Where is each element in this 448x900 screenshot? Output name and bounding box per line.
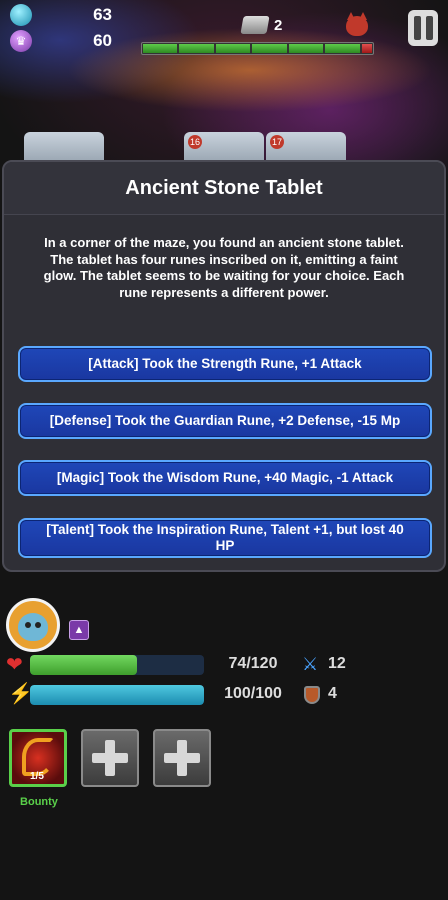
empty-skill-slot[interactable]	[81, 729, 139, 787]
floor-progress-bar	[141, 42, 374, 55]
key-icon	[240, 16, 270, 34]
hp-bar-fill	[30, 655, 138, 675]
empty-skill-slot[interactable]	[153, 729, 211, 787]
plus-icon	[164, 740, 200, 776]
player-face	[18, 613, 48, 641]
sword-icon: ⚔	[302, 654, 319, 674]
card-badge: 17	[270, 135, 284, 149]
progress-segment	[288, 44, 324, 53]
progress-segment	[179, 44, 214, 53]
gem-count: 63	[93, 5, 112, 24]
choice-attack-button[interactable]: [Attack] Took the Strength Rune, +1 Atta…	[18, 346, 432, 382]
hp-bar	[30, 655, 204, 675]
pause-icon-bar	[413, 16, 421, 40]
pause-button[interactable]	[408, 10, 438, 46]
mp-bar-fill	[30, 685, 204, 705]
progress-segment	[215, 44, 251, 53]
skill-label: Bounty	[20, 796, 58, 808]
plus-icon	[92, 740, 128, 776]
mp-row: ⚡ 100/100 4	[6, 684, 446, 706]
shield-icon	[304, 686, 320, 704]
dialog-description: In a corner of the maze, you found an an…	[43, 235, 405, 300]
hp-value: 74/120	[228, 655, 278, 672]
event-dialog: Ancient Stone Tablet In a corner of the …	[2, 160, 446, 572]
card-badge: 16	[188, 135, 202, 149]
rank-icon: ▲	[69, 620, 89, 640]
choice-magic-button[interactable]: [Magic] Took the Wisdom Rune, +40 Magic,…	[18, 460, 432, 496]
defense-value: 4	[328, 685, 337, 702]
pause-icon-bar	[425, 16, 433, 40]
gem-counter: 63	[10, 4, 112, 26]
hp-row: ❤ 74/120 ⚔ 12	[6, 654, 446, 676]
gem-icon	[10, 4, 32, 26]
coin-icon: ♛	[10, 30, 32, 52]
skill-slot-bounty[interactable]: 1/5	[9, 729, 67, 787]
key-counter: 2	[240, 16, 283, 34]
progress-segment	[252, 44, 287, 53]
mp-value: 100/100	[224, 685, 282, 702]
choice-talent-button[interactable]: [Talent] Took the Inspiration Rune, Tale…	[18, 518, 432, 558]
choice-defense-button[interactable]: [Defense] Took the Guardian Rune, +2 Def…	[18, 403, 432, 439]
coin-counter: ♛ 60	[10, 30, 112, 52]
attack-value: 12	[328, 655, 346, 672]
progress-segment	[143, 44, 178, 53]
progress-segment	[325, 44, 360, 53]
heart-icon: ❤	[6, 654, 23, 676]
progress-segment-boss	[361, 44, 372, 53]
key-count: 2	[274, 16, 283, 34]
dialog-header: Ancient Stone Tablet	[4, 162, 444, 215]
skill-uses: 1/5	[30, 771, 44, 782]
dialog-title: Ancient Stone Tablet	[125, 176, 323, 199]
demon-icon	[346, 12, 368, 36]
mp-bar	[30, 685, 204, 705]
coin-count: 60	[93, 31, 112, 50]
player-avatar[interactable]	[6, 598, 60, 652]
